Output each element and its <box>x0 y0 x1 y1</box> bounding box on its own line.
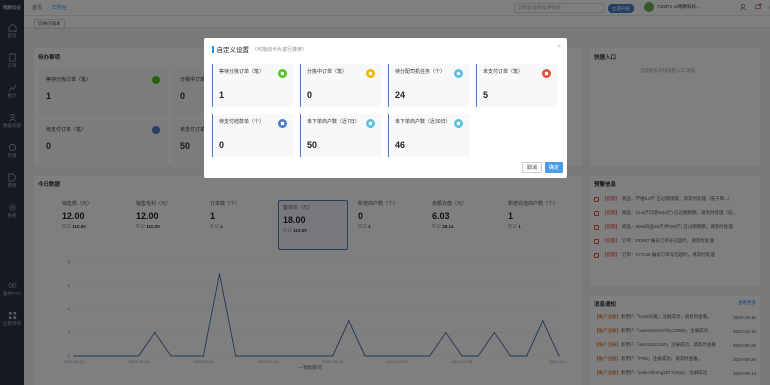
close-icon[interactable]: × <box>557 44 561 50</box>
setting-card-value: 5 <box>483 90 489 100</box>
setting-card[interactable]: 待支付结款单（个） 0 <box>212 114 294 157</box>
setting-card-value: 46 <box>395 140 406 150</box>
confirm-button[interactable]: 确定 <box>545 162 563 173</box>
setting-card[interactable]: 未支付订单（笔） 5 <box>476 64 558 107</box>
setting-card-value: 50 <box>307 140 318 150</box>
setting-card[interactable]: 未下单商户数（近7日） 50 <box>300 114 382 157</box>
order-icon <box>278 69 287 78</box>
setting-card-value: 0 <box>219 140 225 150</box>
cancel-button[interactable]: 取消 <box>522 162 542 173</box>
sorting-icon <box>366 69 375 78</box>
setting-card-value: 24 <box>395 90 406 100</box>
setting-card[interactable]: 待分配司机任务（个） 24 <box>388 64 470 107</box>
driver-icon <box>454 69 463 78</box>
bill-icon <box>278 119 287 128</box>
unpaid-icon <box>542 69 551 78</box>
app-root: 锦鹏科技 首页 订单 统计 数据权限 货源 营销 系统 <box>0 0 770 385</box>
dialog-hint: （可拖动卡片进行排序） <box>252 46 308 53</box>
setting-card-value: 0 <box>307 90 313 100</box>
merchant-icon <box>454 119 463 128</box>
setting-card-value: 1 <box>219 90 225 100</box>
dialog-title: 自定义设置 （可拖动卡片进行排序） <box>212 44 307 54</box>
setting-card[interactable]: 分拣中订单（笔） 0 <box>300 64 382 107</box>
merchant-icon <box>366 119 375 128</box>
dialog-title-text: 自定义设置 <box>216 47 250 54</box>
setting-card[interactable]: 等待分拣订单（笔） 1 <box>212 64 294 107</box>
title-accent <box>212 45 214 53</box>
custom-settings-dialog: 自定义设置 （可拖动卡片进行排序） × 等待分拣订单（笔） 1 分拣中订单（笔）… <box>204 38 567 178</box>
setting-card[interactable]: 未下单商户数（近30日） 46 <box>388 114 470 157</box>
